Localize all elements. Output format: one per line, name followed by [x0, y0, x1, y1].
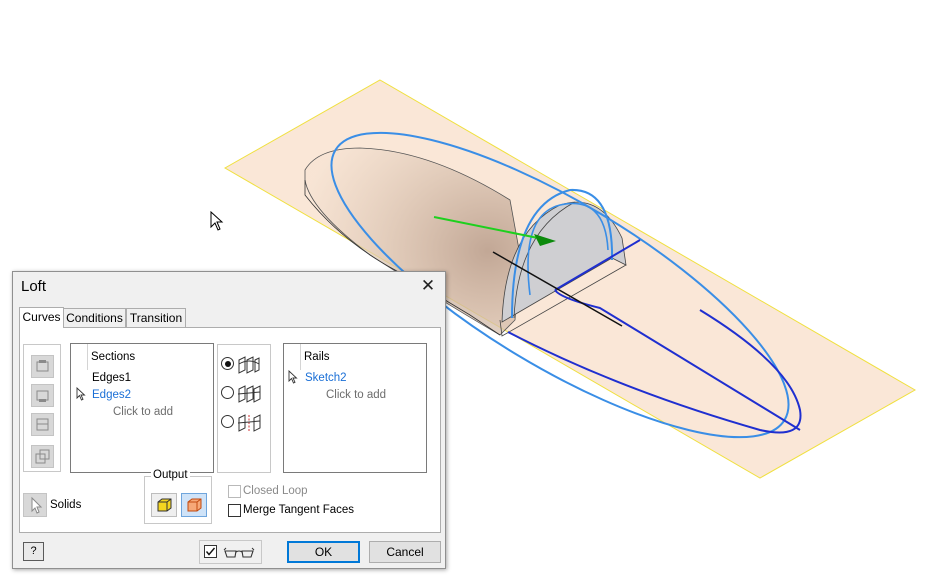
- output-solid-button[interactable]: [151, 493, 177, 517]
- section-item-edges2[interactable]: Edges2: [92, 389, 131, 401]
- list-header-divider: [87, 344, 88, 370]
- section-item-edges1[interactable]: Edges1: [92, 372, 131, 384]
- preview-checkbox[interactable]: [204, 545, 217, 558]
- preview-glasses-icon[interactable]: [222, 545, 256, 559]
- solids-label: Solids: [50, 499, 82, 511]
- curves-panel: Sections Edges1 Edges2 Click to add Rail…: [19, 327, 441, 533]
- dialog-title: Loft: [21, 278, 47, 295]
- help-button[interactable]: ?: [23, 542, 44, 561]
- tab-curves[interactable]: Curves: [19, 307, 64, 328]
- list-header-divider: [300, 344, 301, 370]
- closed-loop-checkbox[interactable]: [228, 485, 241, 498]
- surface-body-icon: [187, 498, 202, 512]
- rail-item-sketch2[interactable]: Sketch2: [305, 372, 347, 384]
- rails-loft-icon: [238, 356, 260, 374]
- loft-dialog: Loft ✕ Curves Conditions Transition Sect…: [12, 271, 446, 569]
- area-loft-icon: [237, 414, 261, 432]
- solids-select-button[interactable]: [23, 493, 47, 517]
- close-icon[interactable]: ✕: [419, 277, 437, 295]
- output-label: Output: [151, 469, 190, 481]
- move-down-button[interactable]: [31, 384, 54, 407]
- radio-area-loft[interactable]: [221, 415, 234, 428]
- closed-loop-label: Closed Loop: [243, 485, 308, 497]
- remove-section-button[interactable]: [31, 413, 54, 436]
- move-up-button[interactable]: [31, 355, 54, 378]
- loft-type-group: [217, 344, 271, 473]
- move-up-icon: [36, 360, 49, 372]
- section-icon: [36, 418, 49, 431]
- mouse-cursor-icon: [210, 211, 224, 231]
- tab-conditions[interactable]: Conditions: [63, 308, 126, 327]
- move-down-icon: [36, 390, 49, 402]
- section-toolbar: [23, 344, 61, 472]
- preview-group: [199, 540, 262, 564]
- radio-rails[interactable]: [221, 357, 234, 370]
- rails-header: Rails: [304, 351, 330, 363]
- copy-section-button[interactable]: [31, 445, 54, 468]
- sections-header: Sections: [91, 351, 136, 363]
- rails-list[interactable]: Rails Sketch2 Click to add: [283, 343, 427, 473]
- help-icon: ?: [30, 545, 37, 557]
- center-line-loft-icon: [237, 385, 261, 403]
- row-cursor-icon: [76, 387, 86, 401]
- ok-button[interactable]: OK: [287, 541, 360, 563]
- merge-tangent-label: Merge Tangent Faces: [243, 504, 355, 516]
- solid-body-icon: [157, 498, 172, 512]
- merge-tangent-checkbox[interactable]: [228, 504, 241, 517]
- row-cursor-icon: [288, 370, 298, 384]
- tab-transition[interactable]: Transition: [126, 308, 186, 327]
- rails-click-to-add[interactable]: Click to add: [326, 389, 386, 401]
- sections-click-to-add[interactable]: Click to add: [113, 406, 173, 418]
- select-arrow-icon: [31, 496, 43, 514]
- sections-list[interactable]: Sections Edges1 Edges2 Click to add: [70, 343, 214, 473]
- radio-center-line[interactable]: [221, 386, 234, 399]
- output-group: Output: [144, 469, 212, 524]
- copy-icon: [35, 449, 50, 464]
- output-surface-button[interactable]: [181, 493, 207, 517]
- cancel-button[interactable]: Cancel: [369, 541, 441, 563]
